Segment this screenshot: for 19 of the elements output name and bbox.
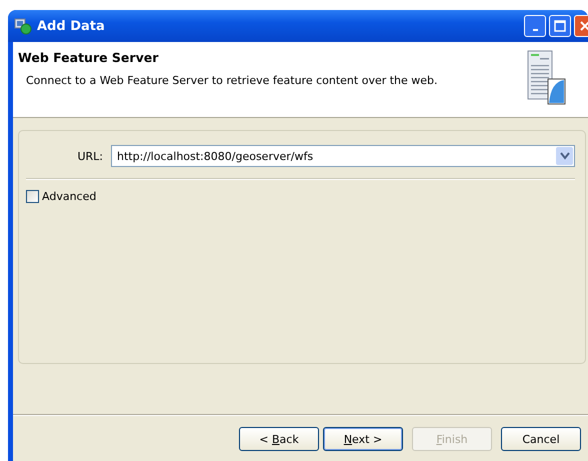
maximize-button[interactable] [549, 15, 571, 37]
close-icon [579, 20, 588, 32]
url-combo-box[interactable]: http://localhost:8080/geoserver/wfs [110, 145, 575, 167]
advanced-label: Advanced [42, 190, 96, 203]
page-title: Web Feature Server [18, 50, 160, 65]
minimize-button[interactable] [524, 15, 546, 37]
wizard-button[interactable]: < Back [239, 427, 319, 451]
advanced-checkbox[interactable] [26, 190, 39, 203]
server-icon [526, 49, 566, 107]
page-description: Connect to a Web Feature Server to retrieve feature content over the web. [26, 74, 438, 87]
wizard-button[interactable]: Cancel [501, 427, 581, 451]
dropdown-button[interactable] [556, 147, 573, 165]
url-label: URL: [76, 150, 103, 162]
window-title: Add Data [37, 18, 106, 34]
chevron-down-icon [560, 152, 570, 160]
wizard-button[interactable]: Next > [323, 427, 403, 451]
maximize-icon [554, 20, 566, 32]
minimize-icon [532, 29, 538, 31]
app-icon [14, 17, 32, 35]
